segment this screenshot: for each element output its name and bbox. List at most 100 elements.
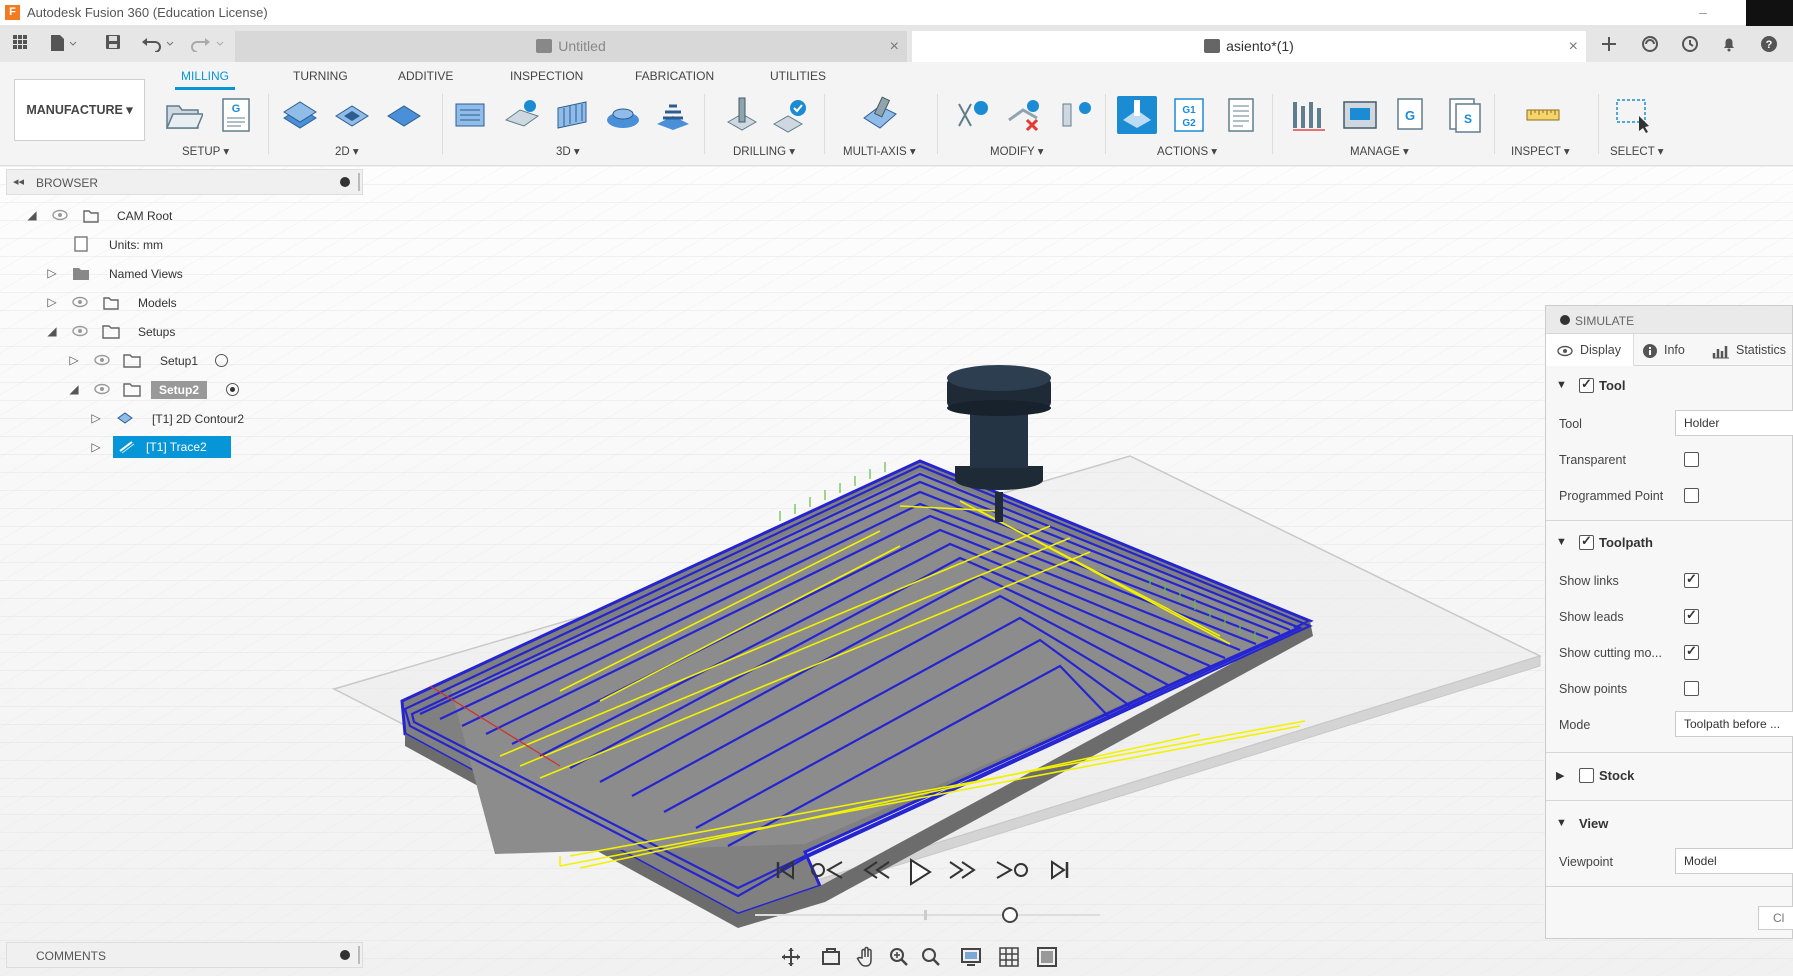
delete-toolpath-icon[interactable] bbox=[1005, 96, 1045, 134]
eye-icon[interactable] bbox=[72, 325, 88, 337]
group-modify[interactable]: MODIFY ▾ bbox=[990, 144, 1043, 158]
show-points-checkbox[interactable] bbox=[1684, 681, 1699, 696]
show-links-checkbox[interactable] bbox=[1684, 571, 1699, 588]
fit-icon[interactable] bbox=[920, 946, 942, 968]
measure-icon[interactable] bbox=[1523, 96, 1563, 134]
post-process-icon[interactable]: G1 G2 bbox=[1169, 96, 1209, 134]
tool-library-icon[interactable] bbox=[1289, 96, 1329, 134]
look-at-icon[interactable] bbox=[820, 946, 842, 968]
job-status-icon[interactable] bbox=[1680, 35, 1700, 55]
tab-close-icon[interactable]: × bbox=[890, 31, 899, 62]
window-select-icon[interactable] bbox=[1613, 96, 1653, 134]
active-radio[interactable] bbox=[226, 383, 239, 396]
play-button[interactable] bbox=[906, 857, 934, 893]
tab-display[interactable]: Display bbox=[1546, 334, 1634, 366]
3d-adaptive-icon[interactable] bbox=[450, 96, 490, 134]
section-toolpath[interactable]: ▼ Toolpath bbox=[1546, 531, 1792, 555]
previous-operation-button[interactable] bbox=[807, 857, 847, 893]
tree-node-named-views[interactable]: ▷ Named Views bbox=[22, 262, 322, 284]
post-library-icon[interactable]: S bbox=[1444, 96, 1484, 134]
expand-arrow-icon[interactable]: ▷ bbox=[68, 353, 80, 367]
section-tool[interactable]: ▼ Tool bbox=[1546, 374, 1792, 398]
collapse-arrow-icon[interactable]: ▼ bbox=[1556, 536, 1567, 548]
multi-axis-icon[interactable] bbox=[860, 96, 900, 134]
expand-arrow-icon[interactable]: ▷ bbox=[46, 266, 58, 280]
group-setup[interactable]: SETUP ▾ bbox=[182, 144, 229, 158]
group-inspect[interactable]: INSPECT ▾ bbox=[1511, 144, 1570, 158]
mode-select[interactable]: Toolpath before ... bbox=[1675, 711, 1793, 737]
workspace-switcher-button[interactable]: MANUFACTURE ▾ bbox=[14, 79, 145, 141]
show-leads-checkbox[interactable] bbox=[1684, 607, 1699, 624]
show-cutting-moves-checkbox[interactable] bbox=[1684, 643, 1699, 660]
step-back-button[interactable] bbox=[860, 857, 894, 893]
viewpoint-select[interactable]: Model bbox=[1675, 848, 1793, 874]
activate-radio[interactable] bbox=[215, 354, 228, 367]
panel-options-icon[interactable] bbox=[1560, 315, 1570, 325]
tree-node-setup1[interactable]: ▷ Setup1 bbox=[22, 349, 322, 371]
open-setup-icon[interactable] bbox=[163, 96, 205, 134]
tab-additive[interactable]: ADDITIVE bbox=[398, 69, 453, 83]
machine-library-icon[interactable] bbox=[1340, 96, 1380, 134]
group-drilling[interactable]: DRILLING ▾ bbox=[733, 144, 795, 158]
tab-statistics[interactable]: Statistics bbox=[1712, 334, 1793, 366]
tree-node-setups[interactable]: ◢ Setups bbox=[22, 320, 322, 342]
viewports-icon[interactable] bbox=[1036, 946, 1058, 968]
section-view[interactable]: ▼ View bbox=[1546, 812, 1792, 836]
go-to-end-button[interactable] bbox=[1045, 857, 1075, 893]
group-3d[interactable]: 3D ▾ bbox=[556, 144, 580, 158]
expand-arrow-icon[interactable]: ▷ bbox=[46, 295, 58, 309]
collapse-arrow-icon[interactable]: ◢ bbox=[26, 208, 38, 222]
tab-utilities[interactable]: UTILITIES bbox=[770, 69, 826, 83]
tab-close-icon[interactable]: × bbox=[1569, 31, 1578, 62]
stock-section-checkbox[interactable] bbox=[1579, 768, 1594, 783]
tab-fabrication[interactable]: FABRICATION bbox=[635, 69, 714, 83]
orbit-icon[interactable] bbox=[780, 946, 802, 968]
comments-panel[interactable]: COMMENTS bbox=[6, 942, 363, 968]
nc-program-icon[interactable]: G bbox=[215, 96, 255, 134]
group-2d[interactable]: 2D ▾ bbox=[335, 144, 359, 158]
setup-sheet-icon[interactable] bbox=[1221, 96, 1261, 134]
file-icon[interactable] bbox=[48, 34, 78, 54]
browser-header[interactable]: ◂◂ BROWSER bbox=[6, 169, 363, 195]
display-settings-icon[interactable] bbox=[960, 946, 982, 968]
help-icon[interactable]: ? bbox=[1759, 35, 1779, 55]
3d-parallel-icon[interactable] bbox=[552, 96, 592, 134]
canvas-viewport[interactable] bbox=[0, 166, 1793, 976]
section-stock[interactable]: ▶ Stock bbox=[1546, 764, 1792, 788]
simulate-header[interactable]: SIMULATE bbox=[1546, 306, 1792, 334]
close-button[interactable]: Cl bbox=[1758, 906, 1793, 930]
transparent-checkbox[interactable] bbox=[1684, 452, 1699, 467]
collapse-arrow-icon[interactable]: ◢ bbox=[68, 382, 80, 396]
zoom-icon[interactable] bbox=[888, 946, 910, 968]
tree-node-2d-contour2[interactable]: ▷ [T1] 2D Contour2 bbox=[22, 407, 322, 429]
tree-node-models[interactable]: ▷ Models bbox=[22, 291, 322, 313]
undo-icon[interactable] bbox=[140, 34, 176, 54]
toolpath-section-checkbox[interactable] bbox=[1579, 533, 1594, 550]
tree-node-setup2[interactable]: ◢ Setup2 bbox=[22, 378, 322, 400]
3d-scene[interactable] bbox=[0, 166, 1793, 976]
notifications-icon[interactable] bbox=[1719, 35, 1739, 55]
eye-icon[interactable] bbox=[52, 209, 68, 221]
tree-node-units[interactable]: Units: mm bbox=[22, 233, 322, 255]
3d-scallop-icon[interactable] bbox=[653, 96, 693, 134]
template-library-icon[interactable]: G bbox=[1392, 96, 1432, 134]
extensions-icon[interactable] bbox=[1640, 35, 1660, 55]
go-to-start-button[interactable] bbox=[770, 857, 800, 893]
step-forward-button[interactable] bbox=[945, 857, 979, 893]
tab-untitled[interactable]: Untitled × bbox=[235, 31, 907, 62]
drill-icon[interactable] bbox=[722, 96, 762, 134]
3d-contour-icon[interactable] bbox=[603, 96, 643, 134]
collapse-arrow-icon[interactable]: ▼ bbox=[1556, 379, 1567, 391]
panel-resize-handle[interactable] bbox=[358, 946, 360, 964]
eye-icon[interactable] bbox=[72, 296, 88, 308]
next-operation-button[interactable] bbox=[992, 857, 1032, 893]
save-icon[interactable] bbox=[103, 34, 123, 54]
2d-face-icon[interactable] bbox=[384, 96, 424, 134]
pan-icon[interactable] bbox=[855, 946, 877, 968]
tab-inspection[interactable]: INSPECTION bbox=[510, 69, 583, 83]
hole-recognition-icon[interactable] bbox=[770, 96, 810, 134]
expand-arrow-icon[interactable]: ▶ bbox=[1556, 769, 1564, 782]
window-close-button[interactable] bbox=[1746, 0, 1793, 26]
panel-options-icon[interactable] bbox=[340, 177, 350, 187]
tab-asiento[interactable]: asiento*(1) × bbox=[912, 31, 1586, 62]
